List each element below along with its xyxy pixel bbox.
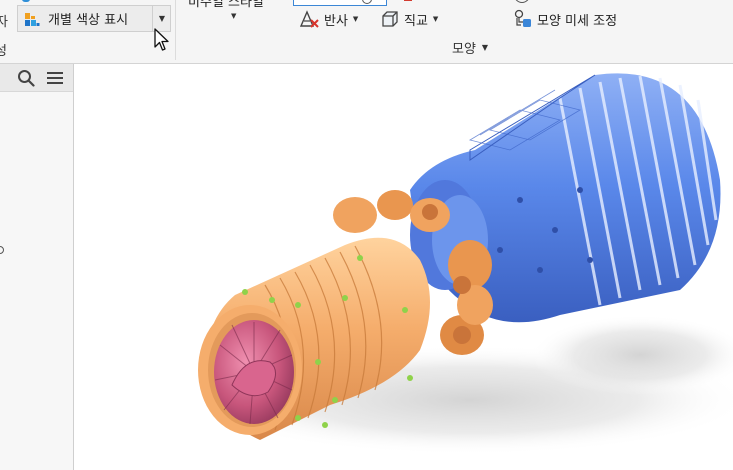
orthographic-button[interactable]: 직교 ▼ — [380, 9, 438, 29]
browser-panel — [0, 64, 74, 470]
partial-red-icon — [404, 0, 412, 1]
display-color-button[interactable]: 개별 색상 표시 — [18, 6, 151, 31]
orthographic-label: 직교 — [404, 13, 428, 29]
appearance-adjust-label: 모양 미세 조정 — [537, 13, 618, 29]
reflection-dropdown-icon[interactable]: ▼ — [353, 15, 358, 23]
orthographic-icon — [382, 11, 398, 27]
group-dropdown-icon[interactable]: ▼ — [482, 43, 488, 52]
partial-circle-icon — [514, 0, 530, 3]
reflection-button[interactable]: 반사 ▼ — [298, 9, 358, 29]
ribbon: 자 성 개별 색상 표시 ▼ 비주얼 스타일 ▼ 반사 ▼ — [0, 0, 733, 64]
display-color-split-button[interactable]: 개별 색상 표시 ▼ — [17, 5, 171, 32]
per-color-icon — [25, 12, 40, 26]
mouse-cursor-icon — [154, 28, 169, 51]
reflection-icon — [299, 10, 319, 28]
jet-engine-3d-model[interactable] — [74, 64, 733, 470]
browser-panel-header — [0, 64, 73, 92]
hamburger-menu-icon[interactable] — [46, 70, 64, 86]
appearance-adjust-icon — [514, 9, 531, 27]
search-icon[interactable] — [17, 69, 35, 87]
tree-node-icon[interactable] — [0, 246, 4, 254]
appearance-group-label[interactable]: 모양 ▼ — [452, 38, 488, 57]
orthographic-dropdown-icon[interactable]: ▼ — [433, 15, 438, 23]
appearance-group-text: 모양 — [452, 42, 476, 57]
ribbon-left-fragment: 자 — [0, 11, 8, 30]
display-color-label: 개별 색상 표시 — [48, 13, 129, 28]
visual-style-dropdown-icon[interactable]: ▼ — [231, 12, 236, 20]
visual-style-selector[interactable] — [293, 0, 387, 6]
visual-style-label[interactable]: 비주얼 스타일 — [188, 0, 264, 10]
ribbon-left-fragment-bottom: 성 — [0, 40, 7, 59]
ribbon-separator — [175, 0, 176, 60]
partial-tool-icon[interactable] — [22, 0, 30, 2]
graphics-viewport[interactable] — [74, 64, 733, 470]
reflection-label: 반사 — [324, 13, 348, 29]
appearance-adjust-button[interactable]: 모양 미세 조정 — [513, 9, 617, 29]
